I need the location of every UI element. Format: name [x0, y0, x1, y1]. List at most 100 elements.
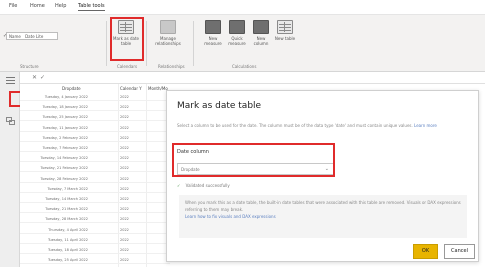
cell-year: 2022 — [120, 125, 129, 130]
check-icon: ✓ — [177, 183, 181, 188]
cell-year: 2022 — [120, 227, 129, 232]
tab-home[interactable]: Home — [30, 3, 45, 9]
cell-year: 2022 — [120, 248, 129, 252]
table-row[interactable]: Tuesday, 28 February 2022 2022 — [20, 176, 170, 183]
new-measure-label: New measure — [204, 36, 222, 46]
tab-help[interactable]: Help — [55, 3, 66, 9]
cell-year: 2022 — [120, 146, 129, 150]
cell-date: Tuesday, 4 January 2022 — [44, 95, 88, 99]
name-value: Date Lite — [25, 34, 44, 39]
cell-year: 2022 — [120, 186, 129, 191]
cell-date: Tuesday, 25 January 2022 — [42, 115, 88, 120]
table-row[interactable]: Tuesday, 28 March 2022 2022 — [20, 216, 170, 224]
column-header-month[interactable]: Month/Mo — [148, 86, 168, 91]
report-view-icon[interactable] — [6, 76, 15, 84]
cell-date: Thursday, 4 April 2022 — [48, 227, 88, 232]
table-row[interactable]: Tuesday, 7 February 2022 2022 — [20, 145, 170, 152]
info-panel: When you mark this as a date table, the … — [179, 195, 467, 238]
table-row[interactable]: Tuesday, 18 January 2022 2022 — [20, 104, 170, 112]
cell-year: 2022 — [120, 237, 129, 242]
quick-measure-icon — [229, 20, 245, 34]
cancel-formula-icon[interactable]: ✕ — [32, 74, 37, 81]
formula-bar[interactable]: ✕ ✓ — [20, 72, 485, 84]
cell-year: 2022 — [120, 95, 129, 99]
quick-measure-label: Quick measure — [228, 36, 246, 46]
cell-date: Tuesday, 14 February 2022 — [40, 156, 88, 161]
table-row[interactable]: Tuesday, 21 March 2022 2022 — [20, 206, 170, 214]
cell-year: 2022 — [120, 135, 129, 140]
cell-date: Tuesday, 21 February 2022 — [40, 166, 88, 171]
cancel-button[interactable]: Cancel — [444, 244, 475, 259]
tab-file[interactable]: File — [9, 3, 17, 9]
table-row[interactable]: Tuesday, 21 February 2022 2022 — [20, 165, 170, 173]
table-row[interactable]: Tuesday, 14 March 2022 2022 — [20, 196, 170, 203]
table-row[interactable]: Tuesday, 18 April 2022 2022 — [20, 247, 170, 254]
validation-status: ✓ Validated successfully — [177, 183, 230, 188]
data-grid: Dropdate Calendar Y Month/Mo Tuesday, 4 … — [20, 84, 170, 267]
table-row[interactable]: Tuesday, 25 April 2022 2022 — [20, 257, 170, 265]
cell-year: 2022 — [120, 156, 129, 161]
highlight-mark-as-date-table — [110, 17, 144, 61]
cell-year: 2022 — [120, 166, 129, 171]
new-column-label: New column — [253, 36, 269, 46]
cell-date: Tuesday, 18 January 2022 — [42, 105, 88, 110]
name-label: Name — [9, 34, 21, 39]
cell-date: Tuesday, 18 April 2022 — [47, 248, 88, 252]
commit-formula-icon[interactable]: ✓ — [40, 74, 45, 81]
cell-year: 2022 — [120, 115, 129, 120]
table-row[interactable]: Tuesday, 14 February 2022 2022 — [20, 155, 170, 163]
group-separator — [146, 21, 147, 66]
table-row[interactable]: Tuesday, 11 April 2022 2022 — [20, 237, 170, 244]
cell-year: 2022 — [120, 176, 129, 181]
group-label-structure: Structure — [20, 64, 39, 69]
info-text: When you mark this as a date table, the … — [185, 200, 461, 212]
column-icon — [253, 20, 269, 34]
table-name-field[interactable]: Name Date Lite — [6, 32, 58, 40]
cell-date: Tuesday, 2 February 2022 — [42, 135, 88, 140]
cell-date: Tuesday, 11 January 2022 — [42, 125, 88, 130]
cell-year: 2022 — [120, 105, 129, 110]
table-row[interactable]: Tuesday, 25 January 2022 2022 — [20, 114, 170, 122]
manage-relationships-label: Manage relationships — [155, 36, 181, 46]
table-row[interactable]: Thursday, 4 April 2022 2022 — [20, 227, 170, 234]
new-table-label: New table — [274, 36, 296, 41]
column-header-dropdate[interactable]: Dropdate — [62, 86, 81, 91]
cell-date: Tuesday, 28 February 2022 — [40, 176, 88, 181]
model-view-icon[interactable] — [6, 117, 15, 125]
info-link[interactable]: Learn how to fix visuals and DAX express… — [185, 214, 276, 219]
ok-button[interactable]: OK — [413, 244, 438, 259]
ribbon: ✓ Name Date Lite Structure Mark as date … — [0, 15, 485, 72]
measure-icon — [205, 20, 221, 34]
cell-date: Tuesday, 28 March 2022 — [45, 217, 88, 222]
new-column-button[interactable]: New column — [250, 20, 272, 46]
new-measure-button[interactable]: New measure — [202, 20, 224, 46]
new-table-button[interactable]: New table — [274, 20, 296, 41]
column-header-calendar-year[interactable]: Calendar Y — [120, 86, 142, 91]
cell-date: Tuesday, 14 March 2022 — [45, 197, 88, 201]
table-row[interactable]: Tuesday, 7 March 2022 2022 — [20, 186, 170, 193]
dialog-title: Mark as date table — [177, 101, 262, 111]
highlight-date-column — [172, 143, 335, 177]
cell-year: 2022 — [120, 197, 129, 201]
cell-date: Tuesday, 11 April 2022 — [47, 237, 88, 242]
table-row[interactable]: Tuesday, 11 January 2022 2022 — [20, 125, 170, 132]
learn-more-link[interactable]: Learn more — [414, 123, 437, 128]
table-row[interactable]: Tuesday, 4 January 2022 2022 — [20, 94, 170, 101]
dialog-description: Select a column to be used for the date.… — [177, 122, 447, 129]
table-icon — [277, 20, 293, 34]
manage-relationships-button[interactable]: Manage relationships — [152, 20, 184, 46]
validation-text: Validated successfully — [185, 183, 230, 188]
relationships-icon — [160, 20, 176, 34]
group-label-calendars: Calendars — [117, 64, 138, 69]
dialog-description-text: Select a column to be used for the date.… — [177, 123, 413, 128]
group-label-calculations: Calculations — [232, 64, 257, 69]
group-separator — [106, 21, 107, 66]
group-label-relationships: Relationships — [158, 64, 185, 69]
tab-table-tools[interactable]: Table tools — [78, 3, 105, 11]
cell-year: 2022 — [120, 217, 129, 222]
ribbon-tabs: File Home Help Table tools — [0, 0, 485, 15]
cell-year: 2022 — [120, 258, 129, 263]
table-row[interactable]: Tuesday, 2 February 2022 2022 — [20, 135, 170, 142]
cell-date: Tuesday, 7 March 2022 — [47, 186, 89, 191]
quick-measure-button[interactable]: Quick measure — [226, 20, 248, 46]
